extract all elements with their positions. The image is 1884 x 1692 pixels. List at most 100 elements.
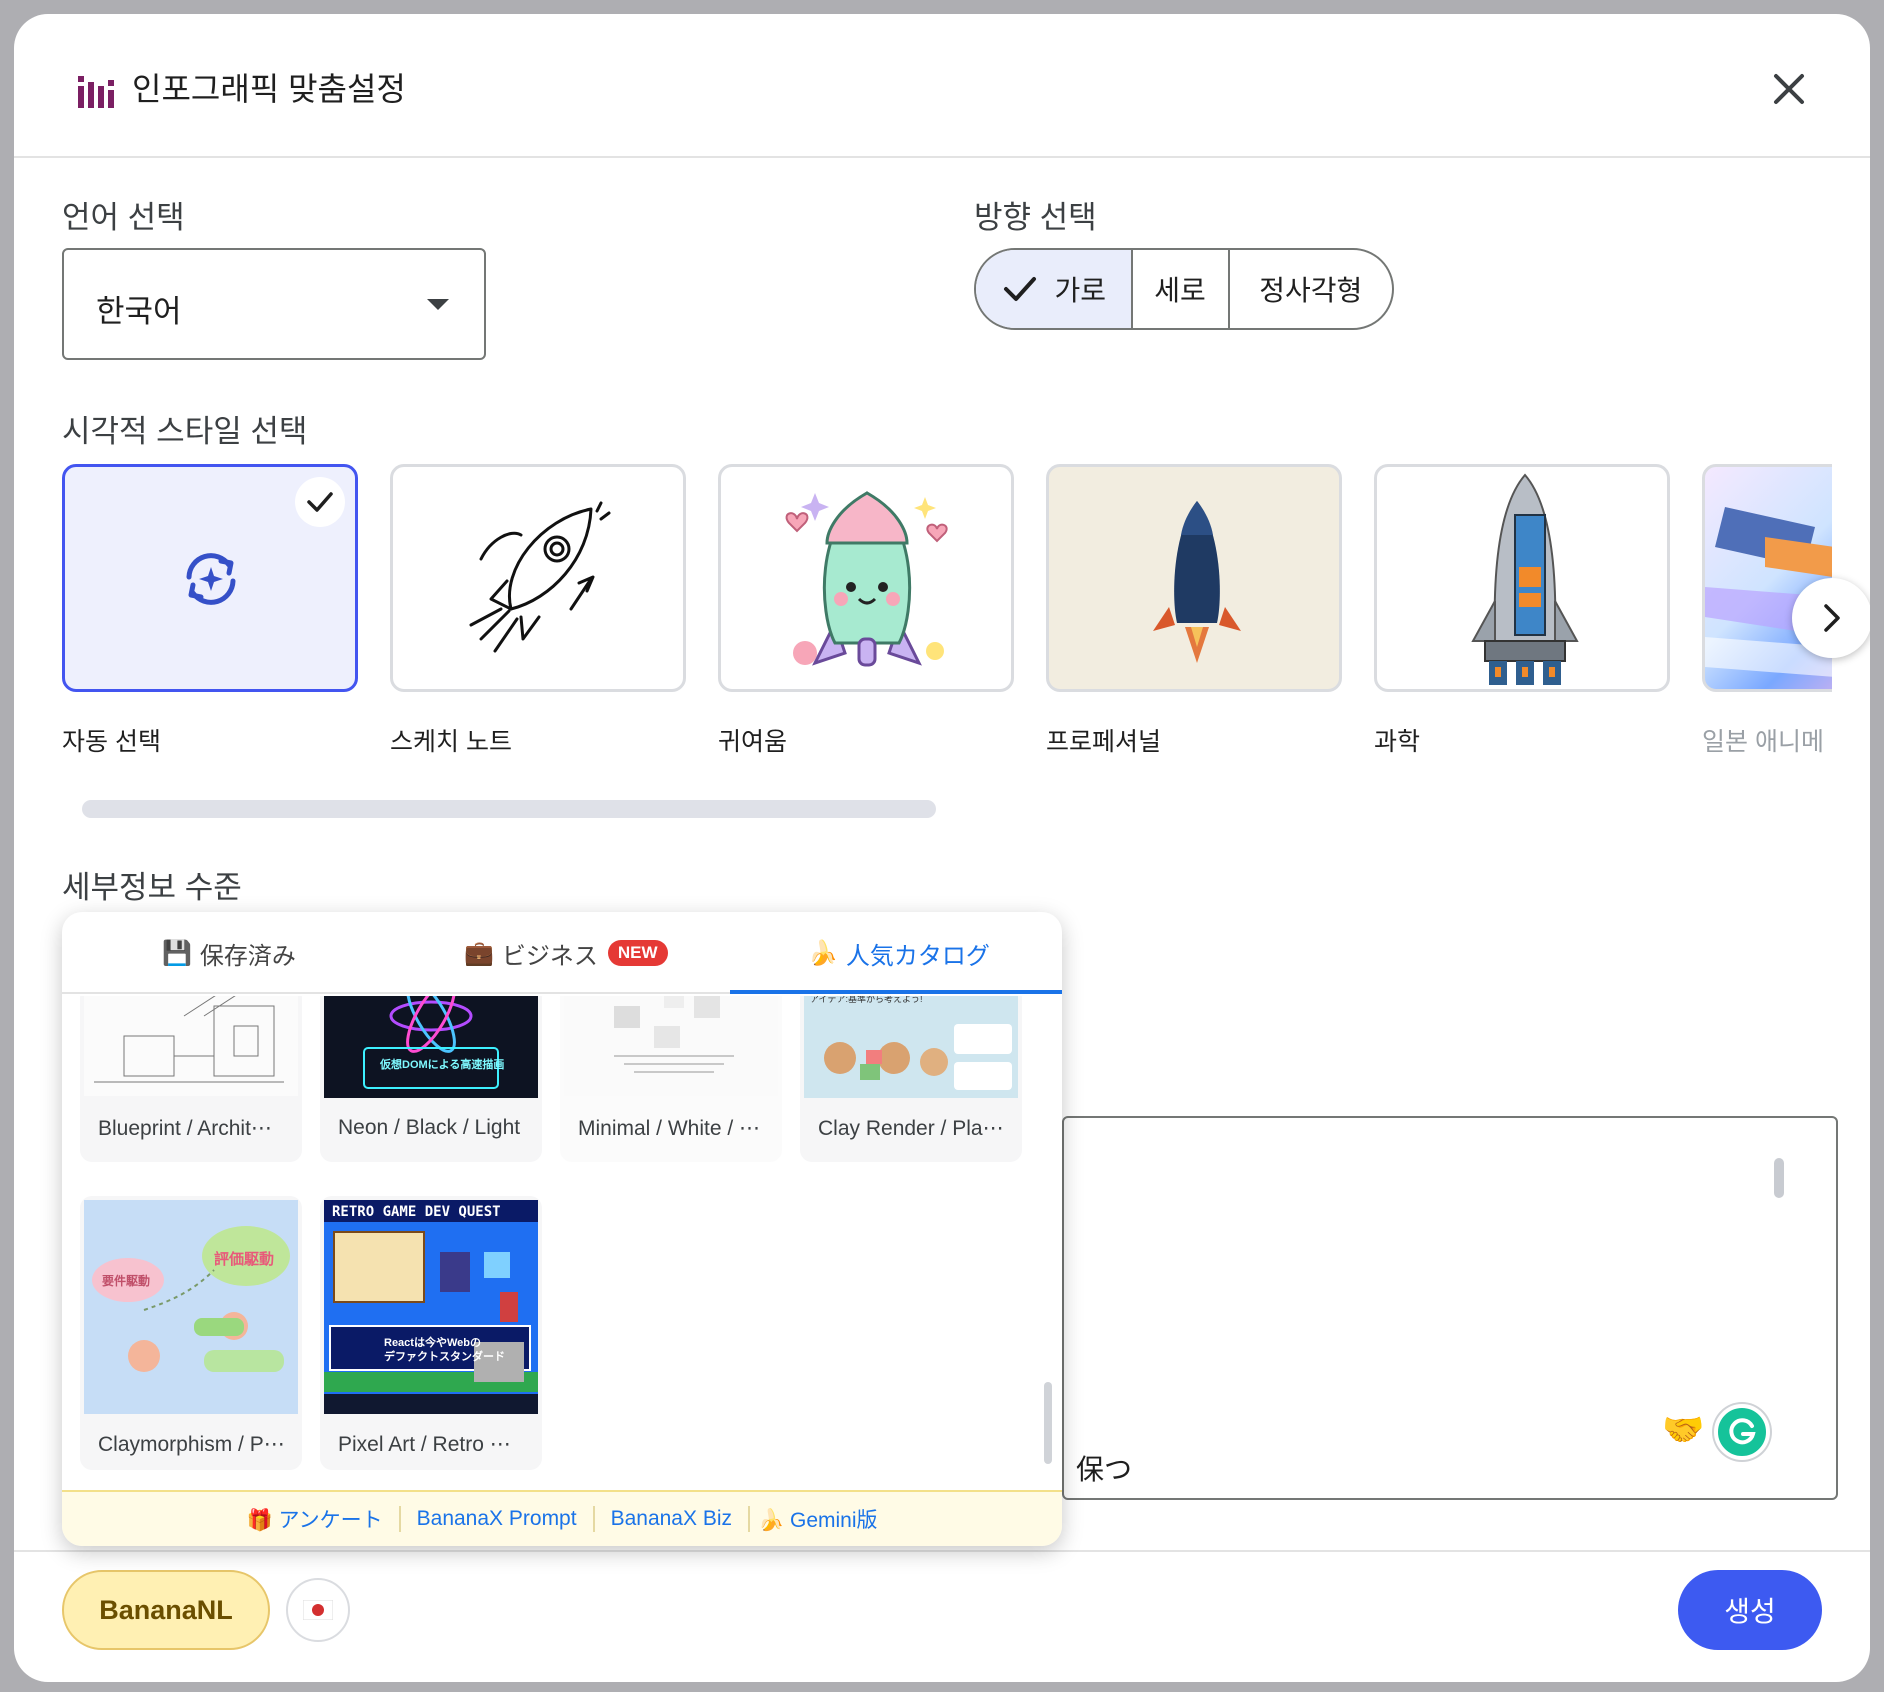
claymorphism-drawing xyxy=(92,1226,290,1372)
carousel-scrollbar[interactable] xyxy=(82,800,936,818)
floppy-disk-icon: 💾 xyxy=(162,939,192,967)
claymorphism-thumbnail: 要件駆動 評価駆動 xyxy=(84,1200,298,1414)
dialog-title: 인포그래픽 맞춤설정 xyxy=(132,71,406,107)
style-card-science[interactable] xyxy=(1374,464,1670,692)
catalog-tile-minimal[interactable]: Minimal / White / ⋯ xyxy=(560,996,782,1162)
cute-rocket-icon xyxy=(785,491,948,667)
claymorphism-thumbnail-text: 要件駆動 xyxy=(102,1274,151,1288)
style-card-label: 일본 애니메 xyxy=(1702,728,1824,756)
grammarly-g-icon xyxy=(1729,1418,1756,1445)
style-card-auto[interactable] xyxy=(62,464,358,692)
pixel-art-thumbnail: RETRO GAME DEV QUEST Reactは今やWebの デファクトス… xyxy=(324,1200,538,1414)
banana-icon: 🍌 xyxy=(808,939,838,967)
catalog-grid: Blueprint / Archit⋯ 仮想DOMによる高速描画 Neon / … xyxy=(62,996,1062,1490)
orientation-option-landscape[interactable]: 가로 xyxy=(976,250,1133,328)
link-label: アンケート xyxy=(278,1509,383,1532)
style-card-label: 자동 선택 xyxy=(62,728,161,756)
handshake-icon: 🤝 xyxy=(1662,1411,1705,1449)
new-badge: NEW xyxy=(607,940,668,966)
orientation-option-square[interactable]: 정사각형 xyxy=(1230,250,1392,328)
brand-button[interactable]: BananaNL xyxy=(62,1570,270,1650)
chevron-right-icon xyxy=(1824,604,1840,632)
style-card-sketch[interactable] xyxy=(390,464,686,692)
carousel-next-button[interactable] xyxy=(1792,578,1870,658)
clay-render-thumbnail: アイデア:基準から考えよう! xyxy=(804,996,1018,1098)
tile-caption: Minimal / White / ⋯ xyxy=(578,1117,761,1140)
blueprint-thumbnail xyxy=(84,996,298,1096)
minimal-cubes-drawing xyxy=(614,996,734,1073)
gemini-version-link[interactable]: 🍌 Gemini版 xyxy=(750,1504,894,1534)
tile-caption: Claymorphism / P⋯ xyxy=(98,1433,285,1456)
catalog-popup: 💾 保存済み 💼 ビジネス NEW 🍌 人気カタログ Blueprint / A… xyxy=(62,912,1062,1546)
dropdown-caret-icon xyxy=(427,299,449,310)
dialog-header: 인포그래픽 맞춤설정 xyxy=(14,14,1870,158)
catalog-tile-blueprint[interactable]: Blueprint / Archit⋯ xyxy=(80,996,302,1162)
orientation-option-label: 가로 xyxy=(1054,275,1107,306)
textarea-scrollbar[interactable] xyxy=(1774,1158,1784,1198)
neon-thumbnail-text: 仮想DOMによる高速描画 xyxy=(380,1059,505,1071)
generate-button[interactable]: 생성 xyxy=(1678,1570,1822,1650)
tab-label: ビジネス xyxy=(501,942,598,970)
check-icon xyxy=(1004,277,1037,301)
bananax-prompt-link[interactable]: BananaX Prompt xyxy=(401,1507,593,1531)
language-flag-button[interactable] xyxy=(286,1578,350,1642)
language-value: 한국어 xyxy=(96,294,182,329)
style-card-label: 과학 xyxy=(1374,728,1421,756)
tile-caption: Clay Render / Pla⋯ xyxy=(818,1117,1004,1140)
neon-thumbnail: 仮想DOMによる高速描画 xyxy=(324,996,538,1098)
sketch-rocket-icon xyxy=(469,501,611,653)
catalog-tile-claymorphism[interactable]: 要件駆動 評価駆動 Claymorphism / P⋯ xyxy=(80,1196,302,1470)
style-card-anime[interactable] xyxy=(1702,464,1832,692)
science-rocket-icon xyxy=(1471,473,1579,685)
catalog-tile-neon[interactable]: 仮想DOMによる高速描画 Neon / Black / Light xyxy=(320,996,542,1162)
tab-business[interactable]: 💼 ビジネス NEW xyxy=(464,912,668,994)
orientation-segmented-control: 가로 세로 정사각형 xyxy=(974,248,1394,330)
style-card-label: 귀여움 xyxy=(718,728,788,756)
style-card-cute[interactable] xyxy=(718,464,1014,692)
tab-popular-catalog[interactable]: 🍌 人気カタログ xyxy=(808,912,990,994)
close-icon[interactable] xyxy=(1764,64,1814,114)
link-label: Gemini版 xyxy=(790,1509,878,1532)
style-card-label: 프로페셔널 xyxy=(1046,728,1162,756)
catalog-tabs: 💾 保存済み 💼 ビジネス NEW 🍌 人気カタログ xyxy=(62,912,1062,994)
tile-caption: Blueprint / Archit⋯ xyxy=(98,1117,272,1140)
grammarly-icon[interactable] xyxy=(1714,1404,1770,1460)
pixel-thumbnail-title: RETRO GAME DEV QUEST xyxy=(332,1204,501,1220)
tab-saved[interactable]: 💾 保存済み xyxy=(162,912,296,994)
orientation-label: 방향 선택 xyxy=(974,200,1097,235)
tile-caption: Pixel Art / Retro ⋯ xyxy=(338,1433,511,1456)
tab-label: 人気カタログ xyxy=(845,942,990,970)
neon-atom-drawing xyxy=(363,996,499,1089)
pixel-thumbnail-text: デファクトスタンダード xyxy=(384,1351,505,1363)
minimal-thumbnail xyxy=(564,996,778,1096)
gift-icon: 🎁 xyxy=(246,1509,273,1532)
tile-caption: Neon / Black / Light xyxy=(338,1116,521,1139)
catalog-scrollbar[interactable] xyxy=(1044,1382,1052,1464)
survey-link[interactable]: 🎁 アンケート xyxy=(230,1504,398,1534)
customize-dialog: 인포그래픽 맞춤설정 언어 선택 한국어 방향 선택 가로 세로 정사각형 시각… xyxy=(14,14,1870,1682)
footer-divider xyxy=(14,1550,1870,1552)
visual-style-label: 시각적 스타일 선택 xyxy=(62,414,308,449)
blueprint-drawing xyxy=(94,996,284,1083)
bananax-biz-link[interactable]: BananaX Biz xyxy=(595,1507,748,1531)
anime-rocket-icon xyxy=(1705,507,1832,677)
catalog-tile-clay-render[interactable]: アイデア:基準から考えよう! Clay Render / Pla⋯ xyxy=(800,996,1022,1162)
style-card-professional[interactable] xyxy=(1046,464,1342,692)
style-carousel: 자동 선택 스케치 노트 귀여움 프로페셔널 과학 일본 애니메 xyxy=(62,464,1832,770)
japan-flag-icon xyxy=(303,1600,333,1620)
style-card-label: 스케치 노트 xyxy=(390,728,512,756)
tab-label: 保存済み xyxy=(199,942,296,970)
selected-check-badge xyxy=(295,477,345,527)
catalog-tile-pixel-art[interactable]: RETRO GAME DEV QUEST Reactは今やWebの デファクトス… xyxy=(320,1196,542,1470)
catalog-footer-links: 🎁 アンケート BananaX Prompt BananaX Biz 🍌 Gem… xyxy=(62,1490,1062,1546)
claymorphism-thumbnail-text: 評価駆動 xyxy=(214,1251,275,1268)
textarea-text: 保つ xyxy=(1076,1454,1133,1485)
infographic-bars-icon xyxy=(78,76,114,108)
clay-characters-drawing xyxy=(824,1024,1012,1090)
professional-rocket-icon xyxy=(1153,501,1241,663)
detail-level-label: 세부정보 수준 xyxy=(62,870,242,905)
check-icon xyxy=(307,492,333,512)
language-select[interactable]: 한국어 xyxy=(62,248,486,360)
orientation-option-portrait[interactable]: 세로 xyxy=(1133,250,1230,328)
pixel-art-drawing xyxy=(324,1231,538,1414)
